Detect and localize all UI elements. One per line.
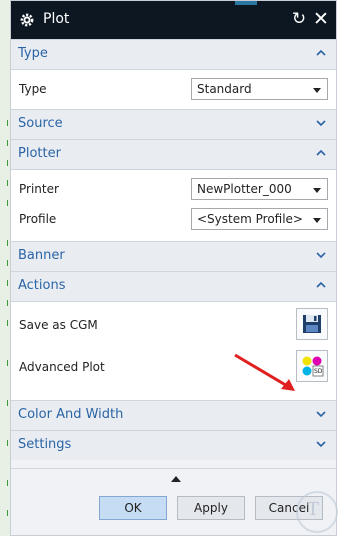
save-cgm-button[interactable] — [296, 308, 328, 340]
section-title: Color And Width — [18, 407, 124, 422]
section-content-plotter: Printer NewPlotter_000 Profile <System P… — [11, 169, 336, 241]
collapse-arrow-icon[interactable] — [171, 476, 181, 482]
background-strip — [0, 0, 10, 536]
chevron-down-icon — [316, 252, 326, 259]
advanced-plot-icon: SD — [302, 356, 324, 377]
watermark-logo: T — [296, 491, 338, 533]
type-select[interactable]: Standard — [191, 78, 328, 100]
plot-dialog: Plot ↻ ✕ Type Type Standard Source Plott… — [10, 0, 338, 536]
advanced-plot-row: Advanced Plot SD — [11, 348, 336, 388]
section-title: Type — [18, 46, 48, 61]
printer-select[interactable]: NewPlotter_000 — [191, 178, 328, 200]
reset-button[interactable]: ↻ — [290, 9, 308, 29]
chevron-up-icon — [316, 149, 326, 156]
section-title: Plotter — [18, 146, 61, 161]
type-select-value: Standard — [197, 82, 252, 96]
apply-button[interactable]: Apply — [177, 496, 245, 520]
section-title: Banner — [18, 248, 65, 263]
gear-icon — [20, 13, 34, 27]
ok-button[interactable]: OK — [99, 496, 167, 520]
profile-label: Profile — [19, 212, 57, 226]
chevron-up-icon — [316, 49, 326, 56]
section-header-source[interactable]: Source — [11, 109, 336, 139]
printer-label: Printer — [19, 182, 59, 196]
profile-select[interactable]: <System Profile> — [191, 208, 328, 230]
svg-text:SD: SD — [314, 368, 323, 375]
save-icon — [303, 315, 321, 333]
dialog-title: Plot — [43, 11, 70, 27]
save-cgm-label: Save as CGM — [19, 318, 98, 332]
chevron-down-icon — [316, 441, 326, 448]
section-title: Actions — [18, 278, 66, 293]
chevron-down-icon — [313, 88, 321, 93]
section-header-color-width[interactable]: Color And Width — [11, 400, 336, 430]
advanced-plot-label: Advanced Plot — [19, 360, 105, 374]
section-header-plotter[interactable]: Plotter — [11, 139, 336, 169]
section-content-type: Type Standard — [11, 69, 336, 109]
chevron-down-icon — [313, 218, 321, 223]
section-title: Settings — [18, 437, 72, 452]
background-edge — [235, 1, 257, 5]
section-content-actions: Save as CGM Advanced Plot SD — [11, 301, 336, 400]
section-header-banner[interactable]: Banner — [11, 241, 336, 271]
advanced-plot-button[interactable]: SD — [296, 350, 328, 382]
save-cgm-row: Save as CGM — [11, 306, 336, 346]
printer-row: Printer NewPlotter_000 — [11, 174, 336, 206]
section-title: Source — [18, 116, 63, 131]
close-button[interactable]: ✕ — [312, 8, 330, 30]
chevron-down-icon — [316, 120, 326, 127]
section-header-settings[interactable]: Settings — [11, 430, 336, 460]
chevron-down-icon — [316, 411, 326, 418]
title-bar: Plot ↻ ✕ — [11, 1, 336, 39]
type-label: Type — [19, 82, 47, 96]
chevron-down-icon — [313, 188, 321, 193]
section-header-type[interactable]: Type — [11, 39, 336, 69]
dialog-body: Type Type Standard Source Plotter Printe… — [11, 39, 338, 535]
printer-select-value: NewPlotter_000 — [197, 182, 292, 196]
profile-select-value: <System Profile> — [197, 212, 303, 226]
section-header-actions[interactable]: Actions — [11, 271, 336, 301]
type-row: Type Standard — [11, 74, 336, 106]
chevron-up-icon — [316, 281, 326, 288]
profile-row: Profile <System Profile> — [11, 204, 336, 236]
dialog-footer: OK Apply Cancel T — [11, 468, 338, 535]
